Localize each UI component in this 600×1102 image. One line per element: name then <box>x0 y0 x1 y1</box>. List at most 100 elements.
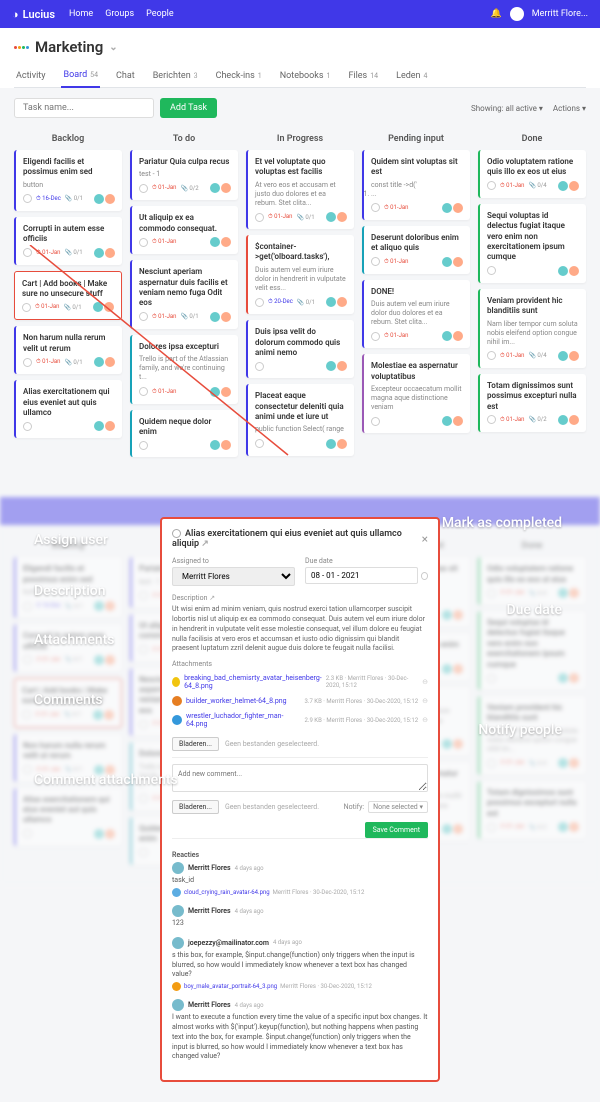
assigned-select[interactable]: Merritt Flores <box>172 567 295 586</box>
task-name-input[interactable] <box>14 98 154 118</box>
column-header: Backlog <box>14 128 122 150</box>
tab-check-ins[interactable]: Check-ins1 <box>214 64 264 87</box>
task-card[interactable]: Molestiae ea aspernatur voluptatibusExce… <box>362 354 470 433</box>
ann-comments: Comments <box>34 692 103 708</box>
task-card[interactable]: Alias exercitationem qui eius eveniet au… <box>14 380 122 438</box>
circle-icon <box>23 422 32 431</box>
delete-icon[interactable]: ⊖ <box>422 697 428 705</box>
due-label: Due date <box>305 557 428 565</box>
page-header: Marketing ⌄ Activity Board54 Chat Berichten… <box>0 28 600 88</box>
tab-files[interactable]: Files14 <box>346 64 380 87</box>
tab-leden[interactable]: Leden4 <box>394 64 429 87</box>
task-card[interactable]: Non harum nulla rerum velit ut rerum⏱ 01… <box>14 326 122 374</box>
circle-icon <box>255 439 264 448</box>
user-name[interactable]: Merritt Flore... <box>532 9 588 19</box>
task-modal: Alias exercitationem qui eius eveniet au… <box>160 517 440 1082</box>
ann-attach: Attachments <box>34 632 114 648</box>
ann-notify: Notify people <box>478 722 562 738</box>
topbar: ◑ Lucius Home Groups People 🔔 Merritt Fl… <box>0 0 600 28</box>
task-card[interactable]: Dolores ipsa excepturiTrello is part of … <box>130 335 238 404</box>
attachment-row[interactable]: wrestler_luchador_fighter_man-64.png2.9 … <box>172 709 428 731</box>
external-link-icon[interactable]: ↗ <box>201 539 209 549</box>
nav-people[interactable]: People <box>146 9 174 19</box>
bell-icon[interactable]: 🔔 <box>491 9 502 19</box>
task-card[interactable]: Pariatur Quia culpa recustest - 1⏱ 01-Ja… <box>130 150 238 200</box>
nav-groups[interactable]: Groups <box>105 9 134 19</box>
task-card[interactable]: Quidem neque dolor enim <box>130 410 238 458</box>
tab-board[interactable]: Board54 <box>61 64 100 88</box>
actions-menu[interactable]: Actions ▾ <box>553 104 586 113</box>
edit-icon[interactable]: ↗ <box>209 594 215 602</box>
column-header: Done <box>478 128 586 150</box>
filter-showing[interactable]: Showing: all active ▾ <box>471 104 543 113</box>
circle-icon <box>255 298 264 307</box>
delete-icon[interactable]: ⊖ <box>422 716 428 724</box>
comment: Merritt Flores4 days agotask_idcloud_cry… <box>172 862 428 897</box>
brand[interactable]: ◑ Lucius <box>12 8 55 21</box>
circle-icon <box>371 203 380 212</box>
task-card[interactable]: Ut aliquip ex ea commodo consequat.⏱ 01-… <box>130 206 238 254</box>
task-card[interactable]: Veniam provident hic blanditiis suntNam … <box>478 289 586 368</box>
column-header: To do <box>130 128 238 150</box>
nav-home[interactable]: Home <box>69 9 93 19</box>
circle-icon <box>255 362 264 371</box>
ann-desc: Description <box>34 583 106 599</box>
circle-icon <box>371 417 380 426</box>
delete-icon[interactable]: ⊖ <box>422 678 428 686</box>
attach-label: Attachments <box>172 660 428 668</box>
tab-chat[interactable]: Chat <box>114 64 137 87</box>
page-title: Marketing ⌄ <box>14 38 586 56</box>
task-card[interactable]: DONE!Duis autem vel eum iriure dolor duo… <box>362 280 470 349</box>
task-card[interactable]: Duis ipsa velit do dolorum commodo quis … <box>246 320 354 378</box>
chevron-down-icon[interactable]: ⌄ <box>109 42 117 53</box>
close-icon[interactable]: × <box>422 532 428 546</box>
circle-icon <box>23 248 32 257</box>
due-date-input[interactable] <box>305 567 418 584</box>
tab-activity[interactable]: Activity <box>14 64 47 87</box>
circle-icon <box>487 415 496 424</box>
assigned-label: Assigned to <box>172 557 295 565</box>
board: BacklogEligendi facilis et possimus enim… <box>0 128 600 477</box>
complete-checkbox[interactable] <box>172 529 181 538</box>
task-card[interactable]: Quidem sint voluptas sit estconst title … <box>362 150 470 220</box>
circle-icon <box>487 181 496 190</box>
circle-icon <box>139 387 148 396</box>
task-card[interactable]: Eligendi facilis et possimus enim sedbut… <box>14 150 122 211</box>
task-card[interactable]: Cart | Add books | Make sure no unsecure… <box>14 271 122 321</box>
topnav: Home Groups People <box>69 9 174 19</box>
circle-icon <box>139 312 148 321</box>
attachment-row[interactable]: builder_worker_helmet-64_8.png3.7 KB · M… <box>172 693 428 709</box>
reactions-label: Reacties <box>172 851 428 859</box>
attachment-row[interactable]: breaking_bad_chemisrty_avatar_heisenberg… <box>172 671 428 693</box>
task-card[interactable]: Sequi voluptas id delectus fugiat itaque… <box>478 204 586 283</box>
task-card[interactable]: Placeat eaque consectetur deleniti quia … <box>246 384 354 455</box>
comment-input[interactable] <box>172 764 428 792</box>
add-task-button[interactable]: Add Task <box>160 98 217 118</box>
task-card[interactable]: Odio voluptatem ratione quis illo ex eos… <box>478 150 586 198</box>
avatar[interactable] <box>510 7 524 21</box>
comment-browse-button[interactable]: Bladeren... <box>172 800 219 814</box>
circle-icon <box>371 332 380 341</box>
no-files-text-2: Geen bestanden geselecteerd. <box>225 803 319 811</box>
ann-cattach: Comment attachments <box>34 772 178 788</box>
save-comment-button[interactable]: Save Comment <box>365 822 428 838</box>
circle-icon <box>255 213 264 222</box>
column-header: In Progress <box>246 128 354 150</box>
task-card[interactable]: Et vel voluptate quo voluptas est facili… <box>246 150 354 229</box>
browse-button[interactable]: Bladeren... <box>172 737 219 751</box>
task-card[interactable]: Corrupti in autem esse officiis⏱ 01-Jan📎… <box>14 217 122 265</box>
circle-icon <box>23 194 32 203</box>
clock-icon[interactable] <box>421 572 428 580</box>
task-card[interactable]: Totam dignissimos sunt possimus exceptur… <box>478 374 586 432</box>
task-card[interactable]: Deserunt doloribus enim et aliquo quis⏱ … <box>362 226 470 274</box>
task-card[interactable]: Nesciunt aperiam aspernatur duis facilis… <box>130 260 238 329</box>
circle-icon <box>371 257 380 266</box>
ann-assign: Assign user <box>34 532 108 548</box>
no-files-text: Geen bestanden geselecteerd. <box>225 740 319 748</box>
tab-berichten[interactable]: Berichten3 <box>151 64 200 87</box>
notify-select[interactable]: None selected ▾ <box>368 801 428 813</box>
task-card[interactable]: $container->get('olboard.tasks'),Duis au… <box>246 235 354 314</box>
comment: Merritt Flores4 days agoI want to execut… <box>172 999 428 1062</box>
notify-label: Notify: <box>344 803 364 811</box>
tab-notebooks[interactable]: Notebooks1 <box>278 64 333 87</box>
